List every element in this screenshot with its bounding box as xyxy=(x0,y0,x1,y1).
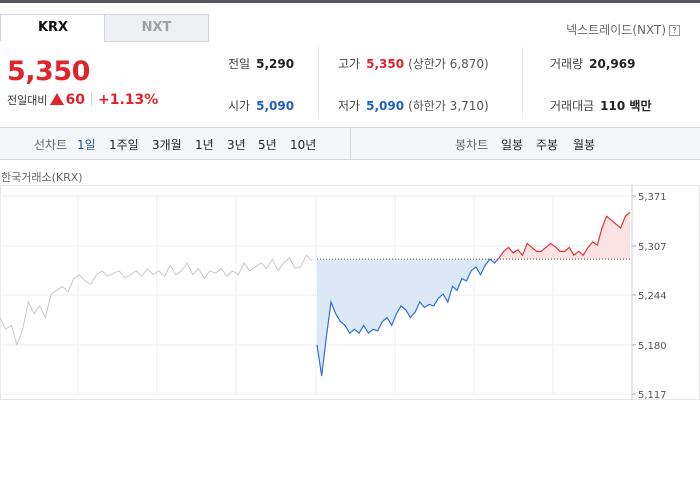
change-percent: +1.13% xyxy=(97,92,159,108)
period-3y-button[interactable]: 3년 xyxy=(227,136,246,153)
candle-daily-button[interactable]: 일봉 xyxy=(501,136,523,153)
period-1d-button[interactable]: 1일 xyxy=(77,136,96,153)
stat-open: 시가 5,090 xyxy=(228,97,294,114)
candle-monthly-button[interactable]: 월봉 xyxy=(573,136,595,153)
change-amount: 60 xyxy=(65,92,85,108)
change-label: 전일대비 xyxy=(7,94,48,107)
stat-note: (상한가 6,870) xyxy=(408,57,489,71)
candle-chart-label: 봉차트 xyxy=(455,138,489,152)
help-icon[interactable]: ? xyxy=(669,25,680,36)
period-1w-button[interactable]: 1주일 xyxy=(109,136,139,153)
chart-toolbar: 선차트 1일 1주일 3개월 1년 3년 5년 10년 봉차트 일봉 주봉 월봉 xyxy=(0,127,700,160)
stat-value: 5,090 xyxy=(366,99,405,113)
stat-volume: 거래량 20,969 xyxy=(550,55,635,72)
period-10y-button[interactable]: 10년 xyxy=(290,136,316,153)
stat-turnover: 거래대금 110 백만 xyxy=(550,97,651,114)
stat-value: 5,290 xyxy=(256,57,295,71)
y-tick-label: 5,244 xyxy=(638,291,667,302)
stat-value: 20,969 xyxy=(589,57,636,71)
y-tick-label: 5,117 xyxy=(638,390,667,400)
price-chart: 5,371 5,307 5,244 5,180 5,117 xyxy=(0,185,700,400)
y-tick-label: 5,307 xyxy=(638,242,667,253)
stat-value: 5,090 xyxy=(256,99,295,113)
divider xyxy=(318,47,319,119)
stat-prev-close: 전일 5,290 xyxy=(228,55,294,72)
divider xyxy=(522,47,523,119)
divider xyxy=(350,128,351,159)
stat-value: 5,350 xyxy=(366,57,405,71)
stat-high: 고가 5,350 (상한가 6,870) xyxy=(338,55,489,72)
tab-krx[interactable]: KRX xyxy=(0,14,106,41)
chart-title: 한국거래소(KRX) xyxy=(1,171,83,184)
up-triangle-icon xyxy=(50,93,65,105)
current-price: 5,350 xyxy=(7,56,90,87)
stat-value: 110 백만 xyxy=(600,99,652,113)
stat-label: 거래대금 xyxy=(550,99,595,113)
period-5y-button[interactable]: 5년 xyxy=(258,136,277,153)
stat-note: (하한가 3,710) xyxy=(408,99,489,113)
period-1y-button[interactable]: 1년 xyxy=(195,136,214,153)
price-change: 전일대비 60 +1.13% xyxy=(7,92,158,108)
stat-label: 시가 xyxy=(228,99,251,113)
stat-label: 저가 xyxy=(338,99,361,113)
y-tick-label: 5,180 xyxy=(638,341,667,352)
stat-label: 전일 xyxy=(228,57,251,71)
divider xyxy=(90,93,92,105)
tab-nxt[interactable]: NXT xyxy=(104,14,209,42)
candle-weekly-button[interactable]: 주봉 xyxy=(536,136,558,153)
stat-label: 거래량 xyxy=(550,57,584,71)
line-chart-label: 선차트 xyxy=(34,138,68,152)
stat-low: 저가 5,090 (하한가 3,710) xyxy=(338,97,489,114)
y-tick-label: 5,371 xyxy=(638,192,667,203)
top-border xyxy=(0,0,700,3)
prior-day-series-line xyxy=(0,254,313,347)
period-3m-button[interactable]: 3개월 xyxy=(152,136,182,153)
nxt-info-link[interactable]: 넥스트레이드(NXT)? xyxy=(566,21,680,38)
nxt-info-label: 넥스트레이드(NXT) xyxy=(566,23,666,37)
stat-label: 고가 xyxy=(338,57,361,71)
